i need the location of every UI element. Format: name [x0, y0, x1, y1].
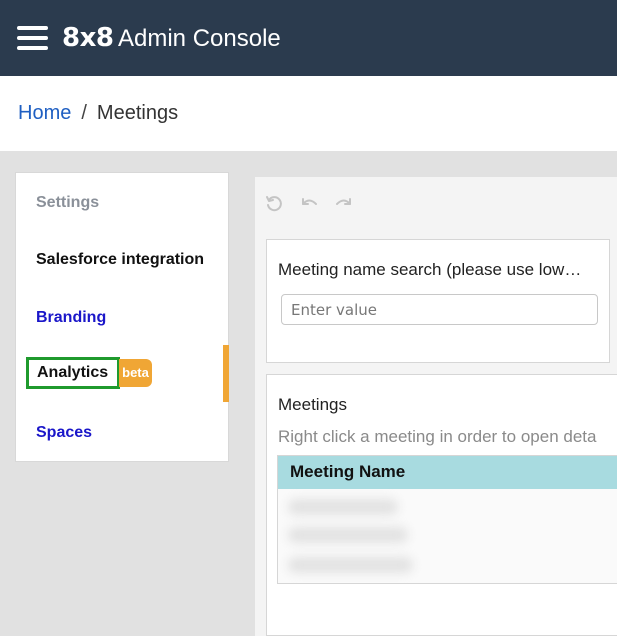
- sidebar-item-salesforce-integration[interactable]: Salesforce integration: [36, 251, 204, 269]
- beta-badge: beta: [119, 359, 152, 387]
- breadcrumb-separator: /: [81, 102, 87, 124]
- meetings-table: Meeting Name: [277, 455, 617, 584]
- refresh-icon[interactable]: [264, 194, 284, 214]
- app-title: Admin Console: [118, 25, 281, 52]
- breadcrumb-current: Meetings: [96, 102, 179, 124]
- undo-icon[interactable]: [299, 194, 319, 214]
- meetings-title: Meetings: [278, 395, 347, 414]
- column-header-meeting-name[interactable]: Meeting Name: [290, 462, 405, 482]
- breadcrumb-home-link[interactable]: Home: [18, 102, 71, 124]
- active-item-indicator: [223, 345, 229, 402]
- meetings-hint: Right click a meeting in order to open d…: [278, 427, 597, 446]
- settings-sidebar: Settings Salesforce integration Branding…: [15, 172, 229, 462]
- top-bar: 8x8 Admin Console: [0, 0, 617, 76]
- content-area: Settings Salesforce integration Branding…: [0, 151, 617, 636]
- breadcrumb: Home / Meetings: [18, 101, 178, 125]
- sidebar-item-analytics-label[interactable]: Analytics: [26, 357, 120, 389]
- sidebar-item-spaces[interactable]: Spaces: [36, 424, 92, 442]
- hamburger-menu-icon[interactable]: [17, 26, 48, 50]
- redo-icon[interactable]: [334, 194, 354, 214]
- table-row[interactable]: [288, 499, 398, 515]
- table-row[interactable]: [288, 557, 413, 573]
- meetings-card: Meetings Right click a meeting in order …: [266, 374, 617, 636]
- meeting-name-search-input[interactable]: [281, 294, 598, 325]
- table-row[interactable]: [288, 527, 408, 543]
- logo: 8x8: [62, 23, 114, 53]
- sidebar-item-branding[interactable]: Branding: [36, 309, 106, 327]
- main-panel: Meeting name search (please use low… Mee…: [255, 177, 617, 636]
- meeting-search-label: Meeting name search (please use low…: [278, 260, 582, 279]
- meeting-search-card: Meeting name search (please use low…: [266, 239, 610, 363]
- sidebar-heading: Settings: [36, 194, 100, 211]
- meetings-table-header: Meeting Name: [278, 456, 617, 489]
